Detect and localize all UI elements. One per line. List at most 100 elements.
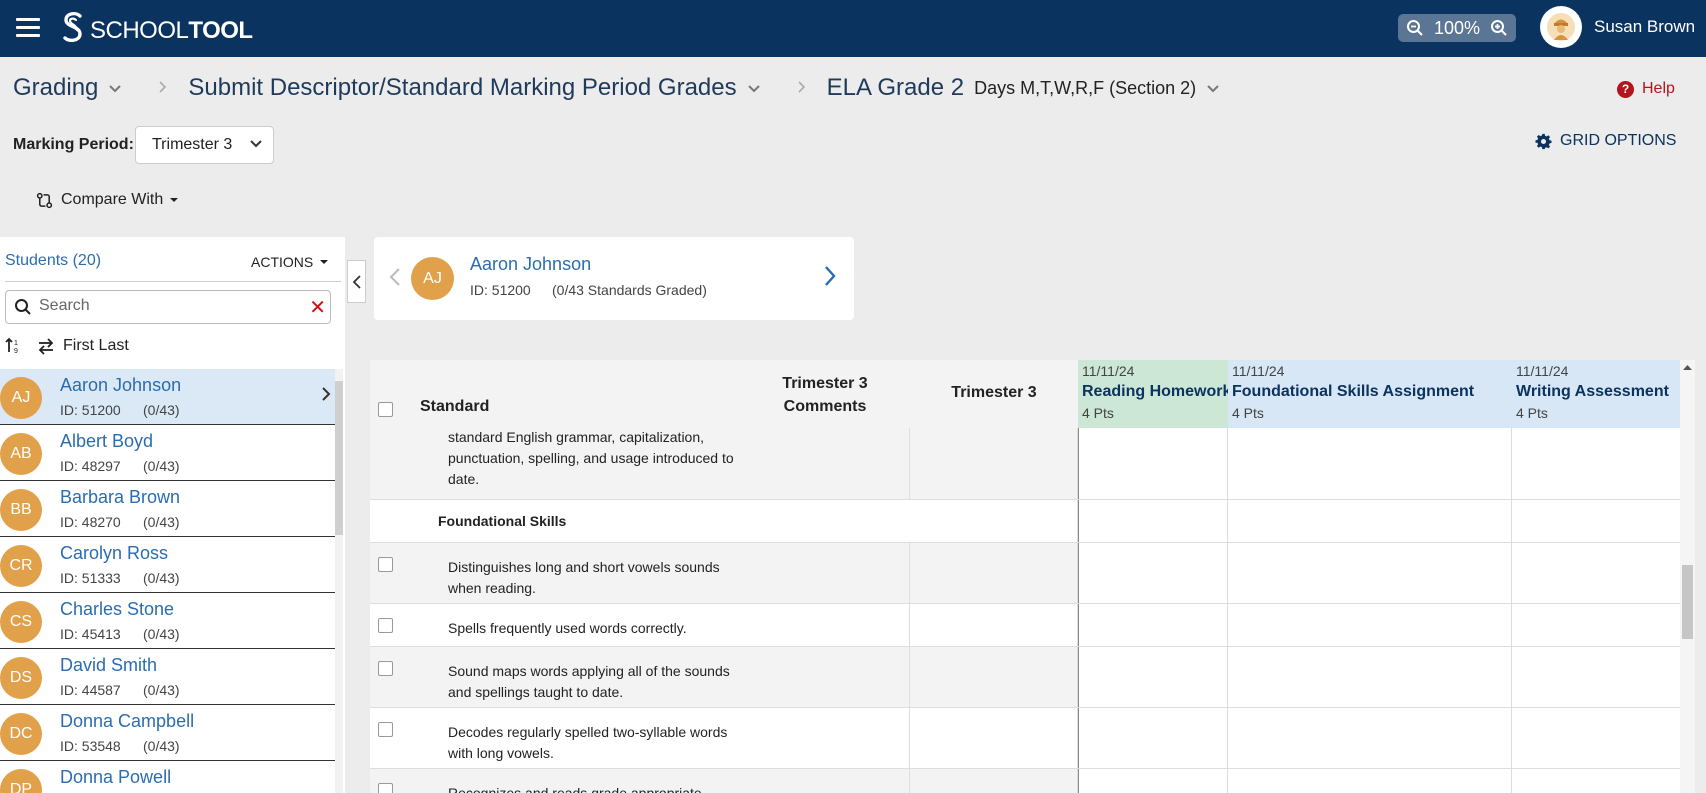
row-checkbox[interactable]: [378, 618, 393, 633]
zoom-level: 100%: [1433, 17, 1481, 38]
assignment-points: 4 Pts: [1082, 405, 1114, 421]
grid-options-button[interactable]: GRID OPTIONS: [1535, 132, 1676, 150]
student-list-item[interactable]: CR Carolyn Ross ID: 51333 (0/43): [0, 537, 336, 593]
student-list-scrollbar[interactable]: [335, 369, 343, 793]
grade-cell[interactable]: [1228, 769, 1512, 793]
chevron-down-icon: [250, 140, 262, 148]
grade-cell[interactable]: [1078, 647, 1228, 707]
breadcrumb-course[interactable]: ELA Grade 2: [827, 74, 964, 102]
scroll-up-icon[interactable]: [1680, 362, 1695, 374]
standard-text: Spells frequently used words correctly.: [448, 620, 687, 636]
scrollbar-thumb[interactable]: [1682, 565, 1693, 639]
grade-cell[interactable]: [1512, 708, 1680, 768]
grade-cell[interactable]: [1078, 428, 1228, 499]
student-list-item[interactable]: CS Charles Stone ID: 45413 (0/43): [0, 593, 336, 649]
user-menu[interactable]: Susan Brown: [1540, 6, 1695, 48]
close-icon[interactable]: ✕: [309, 295, 326, 320]
student-list-item[interactable]: DP Donna Powell: [0, 761, 336, 793]
student-card-id: ID: 51200: [470, 282, 531, 298]
chevron-down-icon[interactable]: [1206, 78, 1220, 99]
student-list-item[interactable]: AB Albert Boyd ID: 48297 (0/43): [0, 425, 336, 481]
student-card-name[interactable]: Aaron Johnson: [470, 254, 591, 275]
schooltool-logo[interactable]: SCHOOLTOOL: [60, 10, 253, 46]
row-checkbox[interactable]: [378, 783, 393, 793]
grade-cell[interactable]: [1512, 604, 1680, 646]
breadcrumb-course-detail[interactable]: Days M,T,W,R,F (Section 2): [974, 78, 1196, 99]
sort-label[interactable]: First Last: [63, 337, 129, 355]
grade-cell[interactable]: [1078, 543, 1228, 603]
comments-header-line1: Trimester 3: [782, 375, 868, 392]
category-spacer: [910, 500, 1078, 542]
grade-cell[interactable]: [1228, 428, 1512, 499]
zoom-out-icon[interactable]: [1406, 19, 1424, 37]
row-checkbox[interactable]: [378, 557, 393, 572]
grade-cell[interactable]: [910, 708, 1078, 768]
chevron-right-icon[interactable]: [823, 265, 837, 287]
student-count: (0/43): [143, 626, 180, 642]
breadcrumb-grading[interactable]: Grading: [13, 74, 98, 102]
student-name: David Smith: [60, 655, 158, 675]
students-header: Students (20): [5, 252, 102, 269]
breadcrumb-submit-grades[interactable]: Submit Descriptor/Standard Marking Perio…: [188, 74, 736, 102]
grade-cell[interactable]: [1228, 543, 1512, 603]
grid-header-assignment[interactable]: 11/11/24 Foundational Skills Assignment …: [1228, 360, 1512, 428]
sort-icon[interactable]: 19: [5, 337, 23, 355]
grade-cell[interactable]: [910, 647, 1078, 707]
grade-cell[interactable]: [910, 428, 1078, 499]
scrollbar-thumb[interactable]: [335, 381, 343, 535]
student-name: Charles Stone: [60, 599, 175, 619]
student-list-item[interactable]: BB Barbara Brown ID: 48270 (0/43): [0, 481, 336, 537]
chevron-down-icon[interactable]: [747, 78, 761, 99]
grade-cell[interactable]: [1512, 769, 1680, 793]
collapse-panel-button[interactable]: [347, 260, 366, 303]
standard-text: Decodes regularly spelled two-syllable w…: [448, 724, 728, 761]
grade-cell[interactable]: [1228, 604, 1512, 646]
standard-header: Standard: [420, 398, 490, 415]
row-checkbox[interactable]: [378, 661, 393, 676]
compare-with-button[interactable]: Compare With: [36, 191, 179, 209]
avatar: CS: [0, 601, 42, 643]
student-list: AJ Aaron Johnson ID: 51200 (0/43) AB Alb…: [0, 369, 336, 793]
actions-menu[interactable]: ACTIONS: [251, 254, 329, 270]
avatar: AJ: [411, 257, 454, 300]
grade-cell[interactable]: [910, 769, 1078, 793]
category-cell: Foundational Skills: [370, 500, 910, 542]
marking-period-label: Marking Period:: [13, 136, 134, 153]
student-name: Barbara Brown: [60, 487, 181, 507]
grade-cell[interactable]: [910, 604, 1078, 646]
chevron-down-icon[interactable]: [108, 78, 122, 99]
standard-text: standard English grammar, capitalization…: [448, 429, 734, 487]
zoom-in-icon[interactable]: [1490, 19, 1508, 37]
marking-period-select[interactable]: Trimester 3: [135, 126, 274, 164]
row-checkbox[interactable]: [378, 722, 393, 737]
grade-cell[interactable]: [1512, 543, 1680, 603]
swap-icon[interactable]: [37, 337, 55, 355]
grid-header-assignment[interactable]: 11/11/24 Reading Homework 4 Pts: [1078, 360, 1231, 428]
grid-header-comments: Trimester 3 Comments: [740, 360, 910, 428]
grade-cell[interactable]: [1078, 604, 1228, 646]
search-input[interactable]: [39, 297, 289, 315]
standard-text: Recognizes and reads grade appropriate: [448, 785, 702, 793]
grid-header-assignment[interactable]: 11/11/24 Writing Assessment 4 Pts: [1512, 360, 1680, 428]
student-list-item[interactable]: DC Donna Campbell ID: 53548 (0/43): [0, 705, 336, 761]
grade-cell[interactable]: [1078, 769, 1228, 793]
select-all-checkbox[interactable]: [378, 402, 393, 417]
grade-cell[interactable]: [1512, 428, 1680, 499]
grade-cell[interactable]: [1078, 708, 1228, 768]
grade-cell[interactable]: [1228, 647, 1512, 707]
student-list-item[interactable]: DS David Smith ID: 44587 (0/43): [0, 649, 336, 705]
compare-icon: [36, 192, 53, 208]
grade-cell[interactable]: [1228, 708, 1512, 768]
grade-cell[interactable]: [910, 543, 1078, 603]
menu-icon[interactable]: [16, 18, 40, 38]
chevron-left-icon[interactable]: [388, 267, 402, 287]
grid-scrollbar[interactable]: [1680, 360, 1695, 793]
standard-cell: standard English grammar, capitalization…: [370, 428, 910, 499]
grade-cell[interactable]: [1512, 647, 1680, 707]
student-list-item[interactable]: AJ Aaron Johnson ID: 51200 (0/43): [0, 369, 336, 425]
help-icon: ?: [1617, 80, 1634, 98]
comments-header-line2: Comments: [783, 398, 867, 415]
help-label: Help: [1642, 80, 1675, 97]
grade-cell: [1512, 500, 1680, 542]
help-link[interactable]: ? Help: [1617, 80, 1675, 98]
